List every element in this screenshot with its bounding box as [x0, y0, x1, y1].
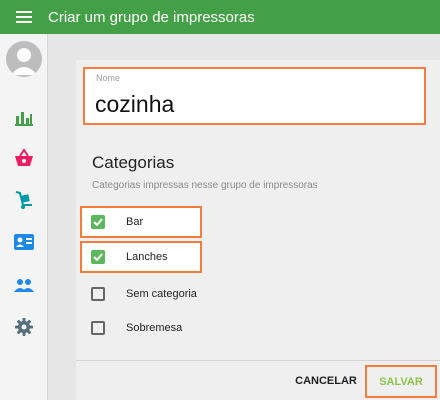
avatar[interactable] — [6, 41, 42, 77]
gear-icon — [15, 318, 33, 336]
hand-truck-icon — [15, 191, 32, 209]
printer-group-form: Nome cozinha Categorias Categorias impre… — [76, 60, 440, 400]
categories-description: Categorias impressas nesse grupo de impr… — [92, 180, 318, 191]
people-icon — [14, 279, 34, 292]
category-item-sobremesa[interactable]: Sobremesa — [80, 312, 202, 344]
category-label: Lanches — [126, 251, 168, 263]
sidebar-item-users[interactable] — [12, 273, 36, 297]
basket-icon — [15, 149, 33, 166]
checkmark-icon — [93, 218, 103, 226]
category-checkbox-sem-categoria[interactable] — [91, 287, 105, 301]
category-label: Sem categoria — [126, 288, 197, 300]
sidebar-item-customers[interactable] — [12, 230, 36, 254]
category-label: Sobremesa — [126, 322, 183, 334]
user-avatar-icon — [11, 48, 37, 75]
menu-button[interactable] — [0, 0, 48, 34]
sidebar-item-reports[interactable] — [12, 106, 36, 130]
category-checkbox-sobremesa[interactable] — [91, 321, 105, 335]
name-field-label: Nome — [96, 73, 121, 83]
sidebar-item-delivery[interactable] — [12, 188, 36, 212]
category-label: Bar — [126, 216, 144, 228]
category-checkbox-lanches[interactable] — [91, 250, 105, 264]
hamburger-menu-icon — [16, 11, 32, 23]
bar-chart-icon — [15, 112, 33, 126]
name-input[interactable]: cozinha — [95, 91, 174, 118]
category-item-lanches[interactable]: Lanches — [80, 241, 202, 273]
id-card-icon — [14, 234, 34, 250]
checkmark-icon — [93, 253, 103, 261]
name-field[interactable]: Nome cozinha — [83, 67, 426, 125]
categories-heading: Categorias — [92, 153, 175, 172]
sidebar-item-settings[interactable] — [12, 315, 36, 339]
page-title: Criar um grupo de impressoras — [48, 8, 255, 26]
category-item-bar[interactable]: Bar — [80, 206, 202, 238]
sidebar — [0, 34, 48, 400]
sidebar-item-orders[interactable] — [12, 146, 36, 170]
category-item-sem-categoria[interactable]: Sem categoria — [80, 278, 202, 310]
cancel-button[interactable]: CANCELAR — [289, 366, 363, 396]
app-bar: Criar um grupo de impressoras — [0, 0, 440, 34]
category-checkbox-bar[interactable] — [91, 215, 105, 229]
save-button[interactable]: SALVAR — [365, 365, 437, 398]
actions-divider — [76, 360, 440, 361]
